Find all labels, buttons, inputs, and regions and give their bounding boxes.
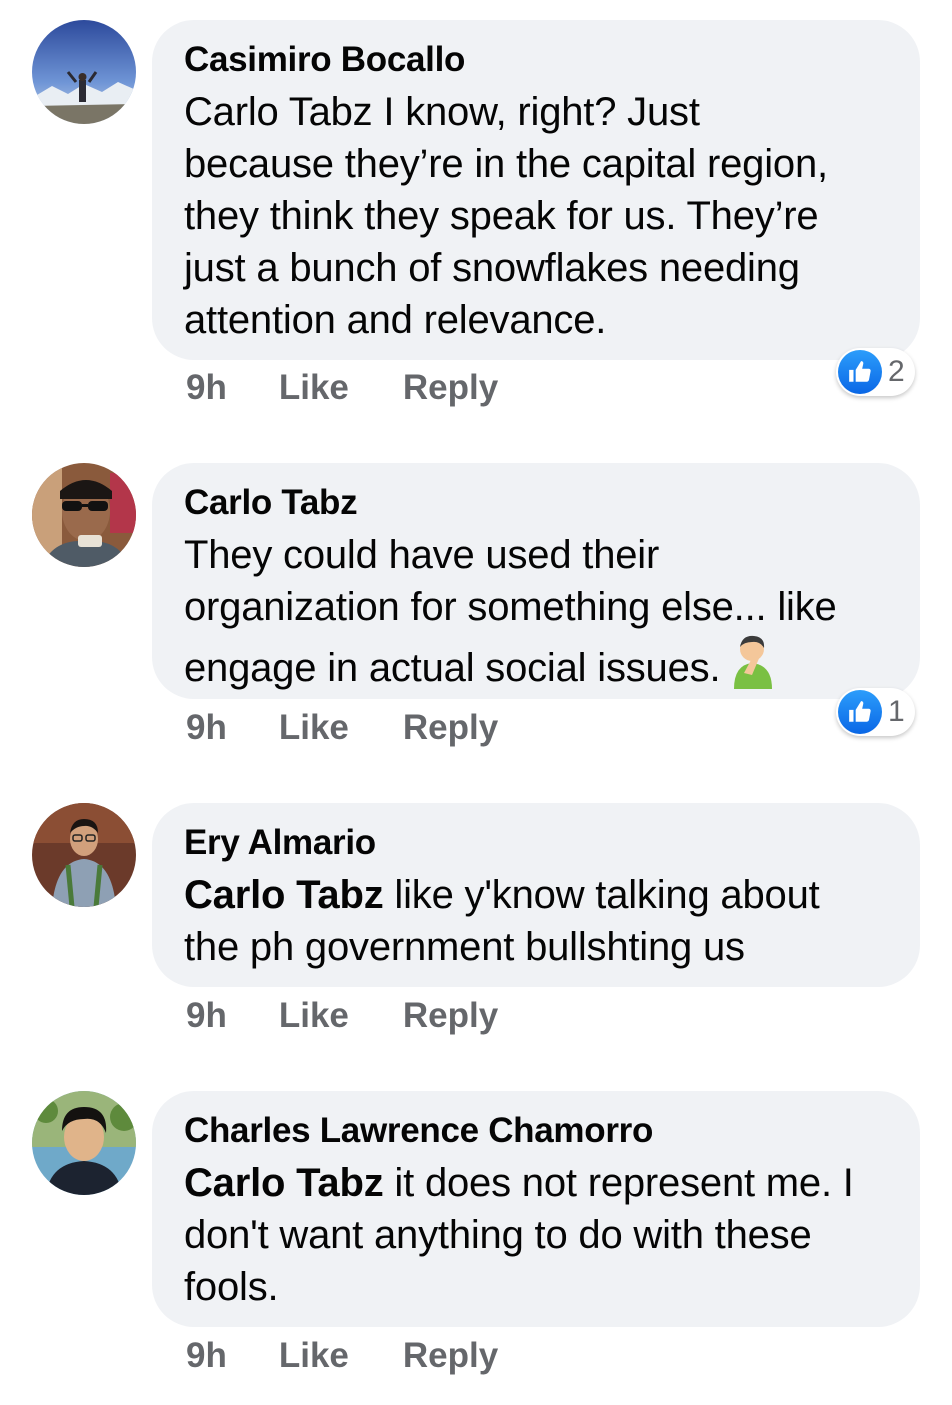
thumbs-up-icon	[838, 350, 882, 394]
avatar[interactable]	[32, 1091, 136, 1195]
avatar[interactable]	[32, 20, 136, 124]
reaction-summary[interactable]: 2	[836, 348, 915, 396]
avatar[interactable]	[32, 803, 136, 907]
avatar-photo-mountain	[32, 20, 136, 124]
comment-timestamp[interactable]: 9h	[186, 368, 227, 408]
comment-timestamp[interactable]: 9h	[186, 996, 227, 1036]
like-button[interactable]: Like	[279, 1336, 349, 1376]
comment-author[interactable]: Carlo Tabz	[184, 483, 888, 523]
mention-link[interactable]: Carlo Tabz	[184, 1161, 384, 1205]
comment-bubble: Carlo Tabz They could have used their or…	[152, 463, 920, 699]
comment-author[interactable]: Ery Almario	[184, 823, 888, 863]
reply-button[interactable]: Reply	[403, 368, 498, 408]
man-facepalming-icon	[730, 633, 776, 702]
avatar[interactable]	[32, 463, 136, 567]
comment-text: Carlo Tabz like y'know talking about the…	[184, 869, 888, 973]
comment-actions: 9h Like Reply	[186, 994, 498, 1038]
avatar-photo-sunglasses	[32, 463, 136, 567]
reaction-count: 2	[888, 355, 905, 388]
comment-actions: 9h Like Reply	[186, 366, 498, 410]
comment-author[interactable]: Casimiro Bocallo	[184, 40, 888, 80]
like-button[interactable]: Like	[279, 996, 349, 1036]
comment-actions: 9h Like Reply	[186, 706, 498, 750]
reply-button[interactable]: Reply	[403, 1336, 498, 1376]
comment-bubble: Casimiro Bocallo Carlo Tabz I know, righ…	[152, 20, 920, 360]
comment-actions: 9h Like Reply	[186, 1334, 498, 1378]
comment-author[interactable]: Charles Lawrence Chamorro	[184, 1111, 888, 1151]
reaction-count: 1	[888, 695, 905, 728]
reply-button[interactable]: Reply	[403, 996, 498, 1036]
thumbs-up-icon	[838, 690, 882, 734]
comment-text: Carlo Tabz I know, right? Just because t…	[184, 90, 828, 342]
avatar-photo-person	[32, 803, 136, 907]
like-button[interactable]: Like	[279, 368, 349, 408]
reply-button[interactable]: Reply	[403, 708, 498, 748]
comment-timestamp[interactable]: 9h	[186, 1336, 227, 1376]
comment-text: They could have used their organization …	[184, 529, 888, 702]
comment-timestamp[interactable]: 9h	[186, 708, 227, 748]
avatar-photo-person	[32, 1091, 136, 1195]
comment-bubble: Ery Almario Carlo Tabz like y'know talki…	[152, 803, 920, 987]
reaction-summary[interactable]: 1	[836, 688, 915, 736]
mention-link[interactable]: Carlo Tabz	[184, 873, 384, 917]
comment-bubble: Charles Lawrence Chamorro Carlo Tabz it …	[152, 1091, 920, 1327]
comment-text: Carlo Tabz it does not represent me. I d…	[184, 1157, 888, 1313]
like-button[interactable]: Like	[279, 708, 349, 748]
